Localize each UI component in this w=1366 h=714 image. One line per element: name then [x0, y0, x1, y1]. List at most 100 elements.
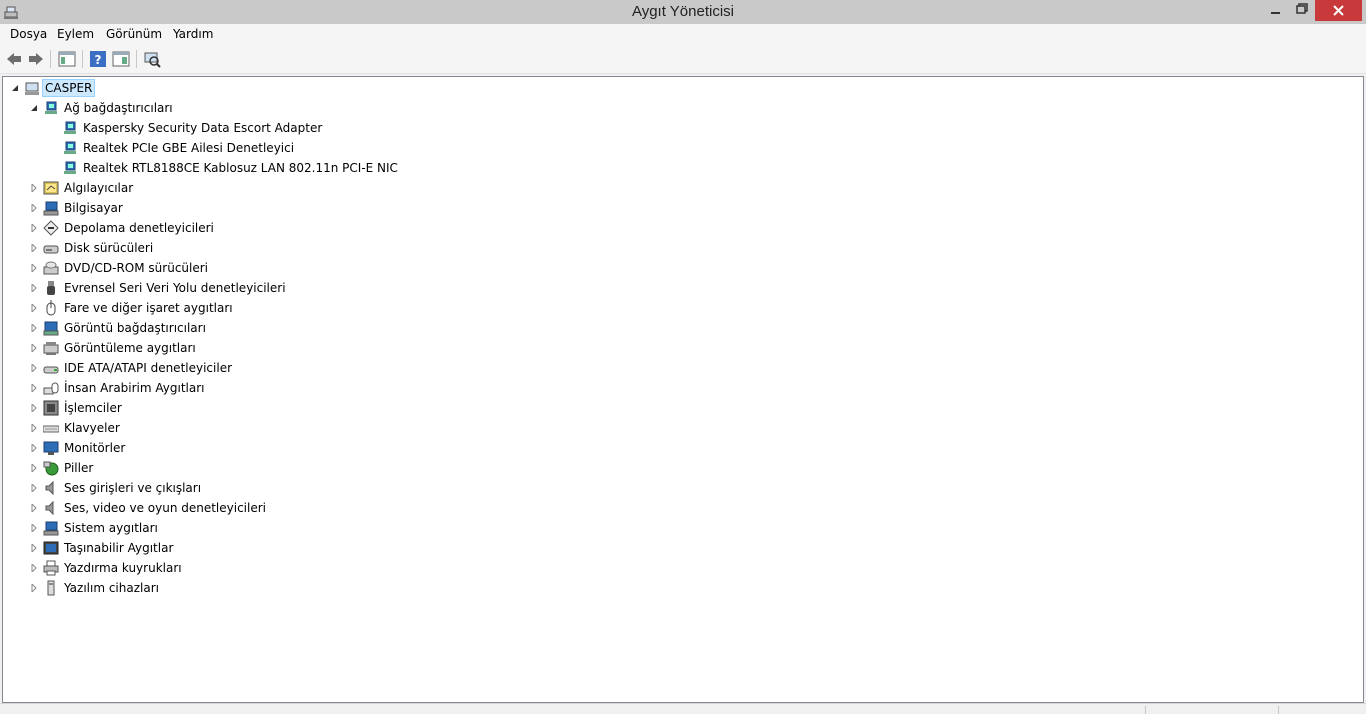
window-title: Aygıt Yöneticisi: [631, 3, 734, 20]
tree-device[interactable]: Kaspersky Security Data Escort Adapter: [3, 118, 503, 138]
tree-category-label: IDE ATA/ATAPI denetleyiciler: [64, 361, 233, 375]
tree-category[interactable]: İşlemciler: [3, 398, 403, 418]
menu-yardim[interactable]: Yardım: [173, 27, 213, 41]
toolbar-separator: [136, 50, 137, 68]
collapsed-arrow-icon[interactable]: [30, 184, 38, 192]
keyboard-icon: [42, 420, 60, 436]
scan-hardware-icon[interactable]: [143, 50, 161, 68]
tree-category-label: Fare ve diğer işaret aygıtları: [64, 301, 233, 315]
tree-category[interactable]: Depolama denetleyicileri: [3, 218, 403, 238]
printer-icon: [43, 560, 59, 576]
tree-category-label: İnsan Arabirim Aygıtları: [64, 381, 205, 395]
collapsed-arrow-icon[interactable]: [30, 224, 38, 232]
tree-category-label: Ses, video ve oyun denetleyicileri: [64, 501, 267, 515]
tree-category-label: Monitörler: [64, 441, 126, 455]
collapsed-arrow-icon[interactable]: [30, 444, 38, 452]
network-adapter-icon: [62, 140, 78, 156]
help-icon[interactable]: ?: [89, 50, 107, 68]
tree-device[interactable]: Realtek RTL8188CE Kablosuz LAN 802.11n P…: [3, 158, 503, 178]
tree-category[interactable]: IDE ATA/ATAPI denetleyiciler: [3, 358, 403, 378]
usb-icon: [43, 280, 59, 296]
tree-root[interactable]: CASPER: [3, 78, 403, 98]
storage-controller-icon: [43, 220, 59, 236]
expanded-arrow-icon[interactable]: [30, 104, 38, 112]
collapsed-arrow-icon[interactable]: [30, 284, 38, 292]
device-tree[interactable]: CASPER Ağ bağdaştırıcıları Kaspersky Sec…: [2, 76, 1364, 703]
collapsed-arrow-icon[interactable]: [30, 464, 38, 472]
tree-category[interactable]: Monitörler: [3, 438, 403, 458]
tree-category[interactable]: Sistem aygıtları: [3, 518, 403, 538]
system-device-icon: [43, 520, 59, 536]
collapsed-arrow-icon[interactable]: [30, 264, 38, 272]
tree-category-label: Evrensel Seri Veri Yolu denetleyicileri: [64, 281, 286, 295]
tree-category[interactable]: Görüntüleme aygıtları: [3, 338, 403, 358]
tree-root-label: CASPER: [42, 79, 96, 97]
tree-category-label: Ağ bağdaştırıcıları: [64, 101, 173, 115]
tree-category[interactable]: Algılayıcılar: [3, 178, 403, 198]
tree-category[interactable]: İnsan Arabirim Aygıtları: [3, 378, 403, 398]
collapsed-arrow-icon[interactable]: [30, 524, 38, 532]
collapsed-arrow-icon[interactable]: [30, 564, 38, 572]
minimize-button[interactable]: [1262, 0, 1289, 21]
ide-controller-icon: [43, 360, 59, 376]
tree-category[interactable]: Taşınabilir Aygıtlar: [3, 538, 403, 558]
toolbar-separator: [50, 50, 51, 68]
tree-category[interactable]: Ağ bağdaştırıcıları: [3, 98, 403, 118]
collapsed-arrow-icon[interactable]: [30, 404, 38, 412]
close-button[interactable]: [1315, 0, 1362, 21]
tree-category[interactable]: Piller: [3, 458, 403, 478]
tree-category[interactable]: Klavyeler: [3, 418, 403, 438]
battery-icon: [43, 460, 59, 476]
collapsed-arrow-icon[interactable]: [30, 204, 38, 212]
collapsed-arrow-icon[interactable]: [30, 324, 38, 332]
tree-category[interactable]: Yazdırma kuyrukları: [3, 558, 403, 578]
minimize-icon: [1271, 12, 1280, 14]
tree-category-label: DVD/CD-ROM sürücüleri: [64, 261, 209, 275]
tree-device[interactable]: Realtek PCIe GBE Ailesi Denetleyici: [3, 138, 503, 158]
tree-category[interactable]: DVD/CD-ROM sürücüleri: [3, 258, 403, 278]
tree-category[interactable]: Ses girişleri ve çıkışları: [3, 478, 403, 498]
tree-category[interactable]: Fare ve diğer işaret aygıtları: [3, 298, 403, 318]
forward-arrow-icon[interactable]: [27, 50, 45, 68]
menu-eylem[interactable]: Eylem: [57, 27, 94, 41]
collapsed-arrow-icon[interactable]: [30, 484, 38, 492]
tree-category[interactable]: Yazılım cihazları: [3, 578, 403, 598]
sound-controller-icon: [43, 500, 59, 516]
menu-dosya[interactable]: Dosya: [10, 27, 47, 41]
computer-icon: [24, 80, 40, 96]
tree-category[interactable]: Ses, video ve oyun denetleyicileri: [3, 498, 403, 518]
status-bar: [0, 703, 1366, 714]
monitor-icon: [43, 440, 59, 456]
collapsed-arrow-icon[interactable]: [30, 544, 38, 552]
collapsed-arrow-icon[interactable]: [30, 304, 38, 312]
properties-icon[interactable]: [112, 50, 130, 68]
tree-category-label: İşlemciler: [64, 401, 122, 415]
show-hide-console-tree-icon[interactable]: [58, 50, 76, 68]
menu-gorunum[interactable]: Görünüm: [106, 27, 162, 41]
tree-category-label: Depolama denetleyicileri: [64, 221, 214, 235]
tree-category[interactable]: Görüntü bağdaştırıcıları: [3, 318, 403, 338]
collapsed-arrow-icon[interactable]: [30, 244, 38, 252]
collapsed-arrow-icon[interactable]: [30, 344, 38, 352]
display-adapter-icon: [43, 320, 59, 336]
expanded-arrow-icon[interactable]: [11, 84, 19, 92]
tree-category-label: Sistem aygıtları: [64, 521, 158, 535]
tree-category-label: Piller: [64, 461, 94, 475]
tree-category[interactable]: Disk sürücüleri: [3, 238, 403, 258]
tree-category[interactable]: Evrensel Seri Veri Yolu denetleyicileri: [3, 278, 403, 298]
collapsed-arrow-icon[interactable]: [30, 584, 38, 592]
tree-category-label: Bilgisayar: [64, 201, 123, 215]
collapsed-arrow-icon[interactable]: [30, 424, 38, 432]
tree-category[interactable]: Bilgisayar: [3, 198, 403, 218]
close-icon: [1333, 5, 1344, 16]
collapsed-arrow-icon[interactable]: [30, 504, 38, 512]
software-device-icon: [43, 580, 59, 596]
processor-icon: [43, 400, 59, 416]
collapsed-arrow-icon[interactable]: [30, 384, 38, 392]
speaker-icon: [43, 480, 59, 496]
collapsed-arrow-icon[interactable]: [30, 364, 38, 372]
back-arrow-icon[interactable]: [5, 50, 23, 68]
maximize-button[interactable]: [1289, 0, 1315, 21]
menu-bar: Dosya Eylem Görünüm Yardım: [0, 24, 1366, 45]
sensor-icon: [43, 180, 59, 196]
